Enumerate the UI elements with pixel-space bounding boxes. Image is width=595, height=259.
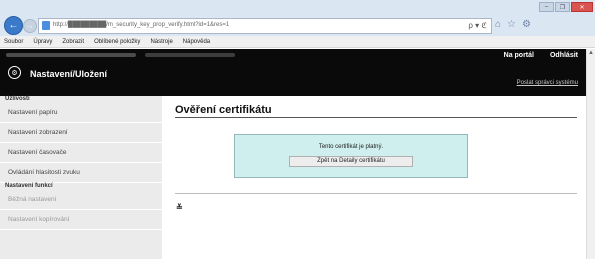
sidebar-item-timer-settings[interactable]: Nastavení časovače — [0, 143, 162, 163]
sidebar: Uzlivosti Nastavení papíru Nastavení zob… — [0, 96, 162, 259]
bottom-divider — [175, 193, 577, 194]
scroll-to-top-icon[interactable]: ≚ — [176, 203, 183, 212]
menu-help[interactable]: Nápověda — [183, 36, 210, 47]
browser-navbar: ← → http://█████████/m_security_key_prop… — [0, 14, 595, 36]
page-title: Ověření certifikátu — [175, 104, 272, 116]
sidebar-item-common-settings[interactable]: Běžná nastavení — [0, 190, 162, 210]
browser-toolbar-icons: ⌂ ☆ ⚙ — [495, 19, 531, 31]
settings-logo-icon: ⚙ — [8, 66, 21, 79]
forward-arrow-icon[interactable]: → — [23, 19, 37, 33]
redacted-device-info — [145, 53, 235, 57]
menu-view[interactable]: Zobrazit — [62, 36, 84, 47]
sidebar-item-volume-control[interactable]: Ovládání hlasitosti zvuku — [0, 163, 162, 183]
home-icon[interactable]: ⌂ — [495, 19, 501, 31]
sidebar-item-copy-settings[interactable]: Nastavení kopírování — [0, 210, 162, 230]
window-controls: – ❐ ✕ — [539, 2, 593, 12]
sidebar-item-paper-settings[interactable]: Nastavení papíru — [0, 103, 162, 123]
header-title: Nastavení/Uložení — [30, 69, 108, 79]
redacted-device-name — [6, 53, 136, 57]
minimize-button[interactable]: – — [539, 2, 554, 12]
vertical-scrollbar[interactable]: ▲ — [586, 49, 595, 259]
page-header: ⚙ Nastavení/Uložení Na portál Odhlásit P… — [0, 49, 586, 96]
back-arrow-icon[interactable]: ← — [4, 16, 23, 35]
menu-tools[interactable]: Nástroje — [150, 36, 172, 47]
address-bar[interactable]: http://█████████/m_security_key_prop_ver… — [38, 18, 492, 34]
portal-link[interactable]: Na portál — [504, 52, 534, 59]
page-icon — [42, 21, 50, 30]
close-button[interactable]: ✕ — [571, 2, 593, 12]
sidebar-section-preferences: Uzlivosti — [5, 96, 30, 102]
menu-bar: Soubor Úpravy Zobrazit Oblíbené položky … — [0, 36, 595, 48]
title-divider — [175, 117, 577, 118]
logout-link[interactable]: Odhlásit — [550, 52, 578, 59]
main-content: Ověření certifikátu Tento certifikát je … — [162, 96, 586, 259]
header-links: Na portál Odhlásit — [504, 52, 578, 59]
settings-gear-icon[interactable]: ⚙ — [522, 19, 531, 31]
certificate-valid-message: Tento certifikát je platný. — [318, 144, 384, 150]
menu-edit[interactable]: Úpravy — [33, 36, 52, 47]
certificate-message-box: Tento certifikát je platný. Zpět na Deta… — [234, 134, 468, 178]
email-admin-link[interactable]: Poslat správci systému — [517, 80, 578, 86]
address-url[interactable]: http://█████████/m_security_key_prop_ver… — [53, 22, 229, 28]
sidebar-section-function-settings: Nastavení funkcí — [5, 183, 53, 189]
sidebar-item-display-settings[interactable]: Nastavení zobrazení — [0, 123, 162, 143]
scroll-up-icon[interactable]: ▲ — [587, 49, 595, 58]
browser-titlebar: – ❐ ✕ — [0, 0, 595, 14]
favorites-star-icon[interactable]: ☆ — [507, 19, 516, 31]
menu-favorites[interactable]: Oblíbené položky — [94, 36, 140, 47]
search-refresh-icon[interactable]: ρ ▾ ℭ — [468, 21, 487, 30]
back-to-certificate-details-button[interactable]: Zpět na Detaily certifikátu — [289, 156, 413, 167]
menu-file[interactable]: Soubor — [4, 36, 23, 47]
restore-button[interactable]: ❐ — [555, 2, 570, 12]
